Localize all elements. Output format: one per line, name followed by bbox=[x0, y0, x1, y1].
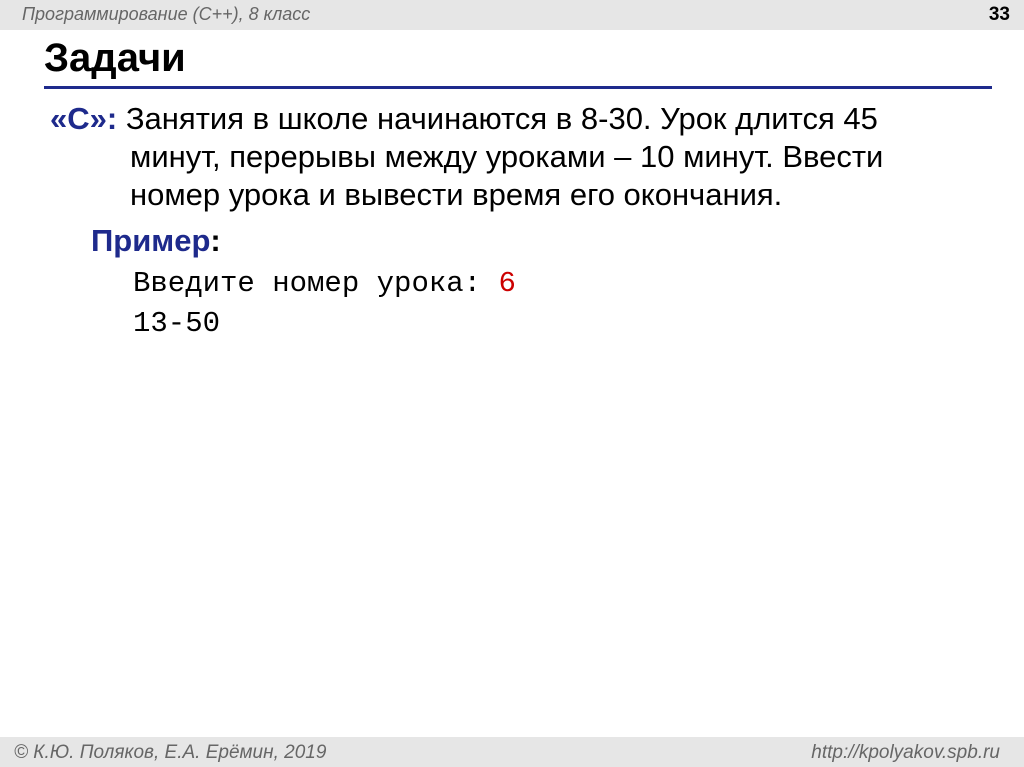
console-prompt: Введите номер урока: bbox=[133, 267, 499, 300]
task-text-line-1: Занятия в школе начинаются в 8-30. Урок … bbox=[125, 101, 878, 136]
task-marker: «C»: bbox=[50, 101, 118, 136]
footer-band: © К.Ю. Поляков, Е.А. Ерёмин, 2019 http:/… bbox=[0, 737, 1024, 767]
task-text-line-3: номер урока и вывести время его окончани… bbox=[130, 177, 783, 212]
copyright-text: © К.Ю. Поляков, Е.А. Ерёмин, 2019 bbox=[14, 742, 327, 763]
site-url-link[interactable]: http://kpolyakov.spb.ru bbox=[811, 742, 1000, 764]
console-user-input: 6 bbox=[498, 267, 516, 300]
example-label: Пример bbox=[91, 223, 211, 258]
title-underline bbox=[44, 86, 992, 89]
course-label: Программирование (C++), 8 класс bbox=[22, 4, 311, 24]
page-number: 33 bbox=[988, 4, 1010, 25]
console-prompt-line: Введите номер урока: 6 bbox=[133, 264, 516, 304]
example-colon: : bbox=[210, 223, 221, 258]
slide-title: Задачи bbox=[44, 36, 186, 80]
console-output: 13-50 bbox=[133, 307, 221, 340]
header-band: Программирование (C++), 8 класс 33 bbox=[0, 0, 1024, 30]
example-heading: Пример: bbox=[91, 223, 221, 259]
task-text-line-2: минут, перерывы между уроками – 10 минут… bbox=[130, 139, 884, 174]
example-console: Введите номер урока: 6 13-50 bbox=[133, 264, 516, 344]
slide: Программирование (C++), 8 класс 33 Задач… bbox=[0, 0, 1024, 767]
task-line-1: «C»: Занятия в школе начинаются в 8-30. … bbox=[50, 100, 990, 138]
task-statement: «C»: Занятия в школе начинаются в 8-30. … bbox=[50, 100, 990, 214]
